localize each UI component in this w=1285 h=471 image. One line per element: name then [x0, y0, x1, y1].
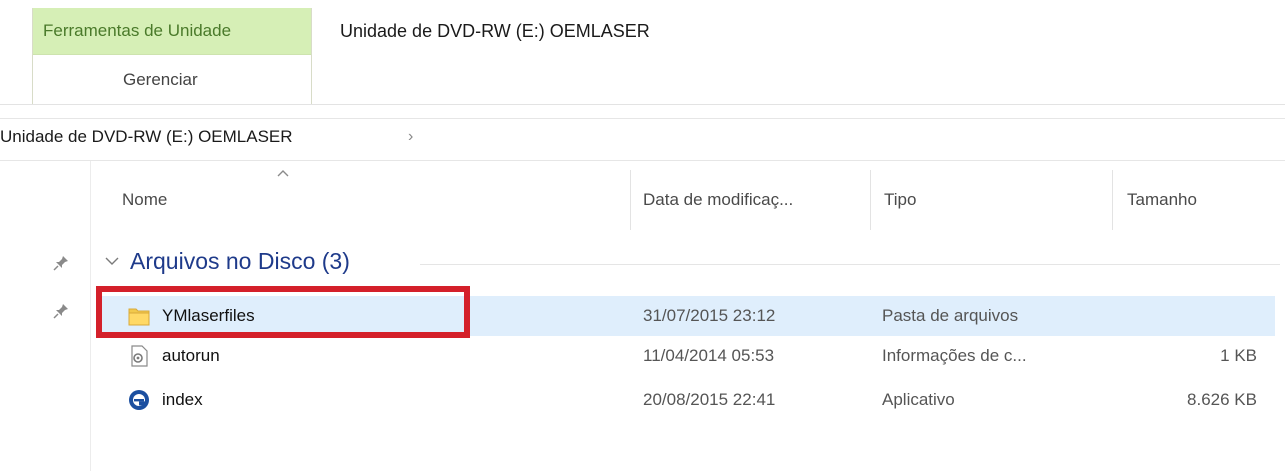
column-divider[interactable] [870, 170, 871, 230]
pin-icon[interactable] [52, 302, 70, 322]
address-bar-path[interactable]: Unidade de DVD-RW (E:) OEMLASER [0, 127, 293, 147]
file-date: 11/04/2014 05:53 [643, 346, 775, 365]
file-size: 8.626 KB [1187, 390, 1257, 409]
file-type: Pasta de arquivos [882, 306, 1019, 325]
address-bar-bottom-border [0, 160, 1285, 161]
column-divider[interactable] [1112, 170, 1113, 230]
sort-ascending-icon [277, 170, 289, 177]
column-divider[interactable] [630, 170, 631, 230]
column-header-type[interactable]: Tipo [884, 190, 916, 210]
ribbon-divider [0, 104, 1285, 105]
file-type: Informações de c... [882, 346, 1027, 365]
chevron-down-icon[interactable] [104, 254, 120, 268]
file-type: Aplicativo [882, 390, 955, 409]
file-date: 20/08/2015 22:41 [643, 390, 776, 409]
file-row-autorun[interactable]: autorun 11/04/2014 05:53 Informações de … [97, 336, 1275, 376]
context-tab-header: Ferramentas de Unidade [33, 8, 311, 55]
pin-icon[interactable] [52, 254, 70, 274]
context-tab-drive-tools[interactable]: Ferramentas de Unidade Gerenciar [32, 8, 312, 104]
file-name: autorun [162, 346, 220, 365]
address-bar-top-border [0, 118, 1285, 119]
column-header-size[interactable]: Tamanho [1127, 190, 1197, 210]
highlight-box-annotation [96, 286, 470, 338]
file-name: index [162, 390, 203, 409]
window-title: Unidade de DVD-RW (E:) OEMLASER [340, 21, 650, 41]
internet-explorer-icon [129, 390, 149, 410]
file-date: 31/07/2015 23:12 [643, 306, 776, 325]
column-header-name[interactable]: Nome [122, 190, 167, 210]
column-header-date[interactable]: Data de modificaç... [643, 190, 793, 210]
group-header-title[interactable]: Arquivos no Disco (3) [130, 248, 350, 275]
file-row-index[interactable]: index 20/08/2015 22:41 Aplicativo 8.626 … [97, 380, 1275, 420]
settings-file-icon [131, 345, 148, 367]
breadcrumb-chevron-icon[interactable]: › [408, 128, 413, 146]
file-size: 1 KB [1220, 346, 1257, 365]
context-tab-header-label: Ferramentas de Unidade [43, 21, 232, 40]
navigation-pane-divider [90, 161, 91, 471]
group-header-line [420, 264, 1280, 265]
tab-manage[interactable]: Gerenciar [123, 70, 198, 90]
